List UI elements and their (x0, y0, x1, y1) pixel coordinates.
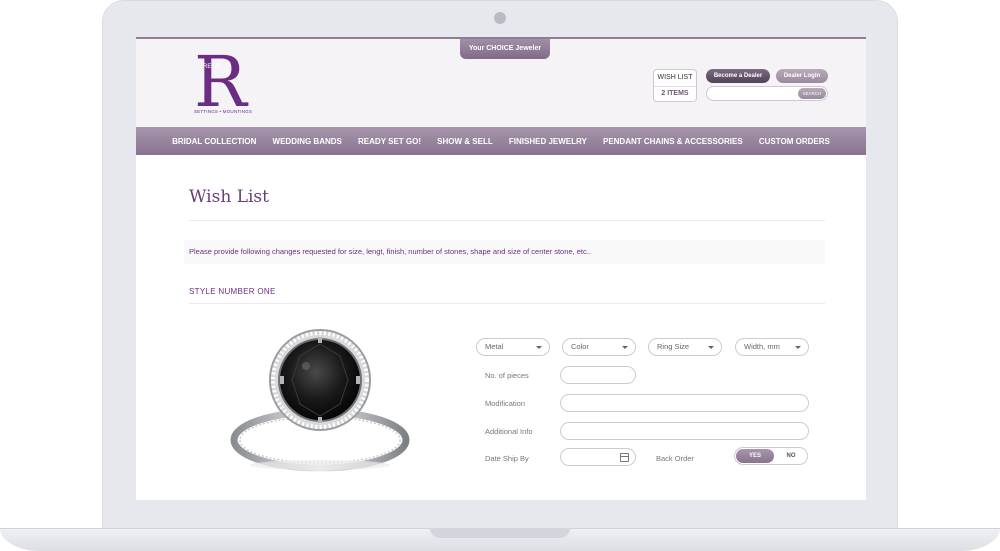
logo[interactable]: R REKO SETTINGS • MOUNTINGS (194, 47, 256, 117)
page-title: Wish List (189, 187, 269, 207)
back-order-yes[interactable]: YES (736, 449, 774, 463)
width-select[interactable]: Width, mm (735, 338, 809, 356)
dealer-login-button[interactable]: Dealer Login (776, 69, 828, 83)
color-select-label: Color (571, 342, 589, 351)
logo-vertical-text: REKO (203, 64, 221, 70)
camera-icon (494, 12, 506, 24)
chevron-down-icon (708, 346, 714, 349)
notice-banner: Please provide following changes request… (184, 240, 825, 264)
modification-input[interactable] (560, 394, 809, 412)
divider (189, 220, 825, 221)
additional-info-input[interactable] (560, 422, 809, 440)
nav-item-bridal-collection[interactable]: BRIDAL COLLECTION (172, 137, 256, 146)
logo-tagline: SETTINGS • MOUNTINGS (194, 109, 253, 114)
ring-product-image (230, 329, 410, 472)
nav-item-pendant-chains[interactable]: PENDANT CHAINS & ACCESSORIES (603, 137, 743, 146)
nav-item-finished-jewelry[interactable]: FINISHED JEWELRY (509, 137, 587, 146)
screen: Your CHOICE Jeweler R REKO SETTINGS • MO… (136, 37, 866, 500)
calendar-icon[interactable] (620, 453, 629, 462)
search-input[interactable] (711, 88, 795, 99)
style-heading: STYLE NUMBER ONE (189, 287, 276, 296)
nav-item-custom-orders[interactable]: CUSTOM ORDERS (759, 137, 830, 146)
ring-size-select-label: Ring Size (657, 342, 690, 351)
nav-item-wedding-bands[interactable]: WEDDING BANDS (273, 137, 342, 146)
choice-jeweler-tab[interactable]: Your CHOICE Jeweler (460, 39, 550, 59)
site-header: Your CHOICE Jeweler R REKO SETTINGS • MO… (136, 37, 866, 127)
search-box: SEARCH (706, 86, 828, 101)
modification-label: Modification (485, 399, 526, 408)
chevron-down-icon (536, 346, 542, 349)
pieces-input[interactable] (560, 366, 636, 384)
divider (189, 303, 825, 304)
metal-select[interactable]: Metal (476, 338, 550, 356)
back-order-label: Back Order (656, 454, 694, 463)
wishlist-count: 2 ITEMS (654, 86, 696, 97)
laptop-notch (430, 528, 570, 538)
back-order-no[interactable]: NO (775, 449, 807, 463)
ring-size-select[interactable]: Ring Size (648, 338, 722, 356)
metal-select-label: Metal (485, 342, 504, 351)
logo-letter: R (194, 41, 247, 123)
wishlist-widget[interactable]: WISH LIST 2 ITEMS (653, 69, 697, 102)
wishlist-title: WISH LIST (657, 74, 693, 81)
color-select[interactable]: Color (562, 338, 636, 356)
search-button[interactable]: SEARCH (798, 88, 826, 99)
become-dealer-button[interactable]: Become a Dealer (706, 69, 770, 83)
date-ship-label: Date Ship By (485, 454, 529, 463)
width-select-label: Width, mm (744, 342, 780, 351)
back-order-toggle[interactable]: YES NO (734, 447, 808, 465)
chevron-down-icon (795, 346, 801, 349)
main-nav: BRIDAL COLLECTION WEDDING BANDS READY SE… (136, 127, 866, 155)
chevron-down-icon (622, 346, 628, 349)
nav-item-show-sell[interactable]: SHOW & SELL (437, 137, 493, 146)
additional-info-label: Additional Info (485, 427, 533, 436)
pieces-label: No. of pieces (485, 371, 529, 380)
nav-item-ready-set-go[interactable]: READY SET GO! (358, 137, 421, 146)
